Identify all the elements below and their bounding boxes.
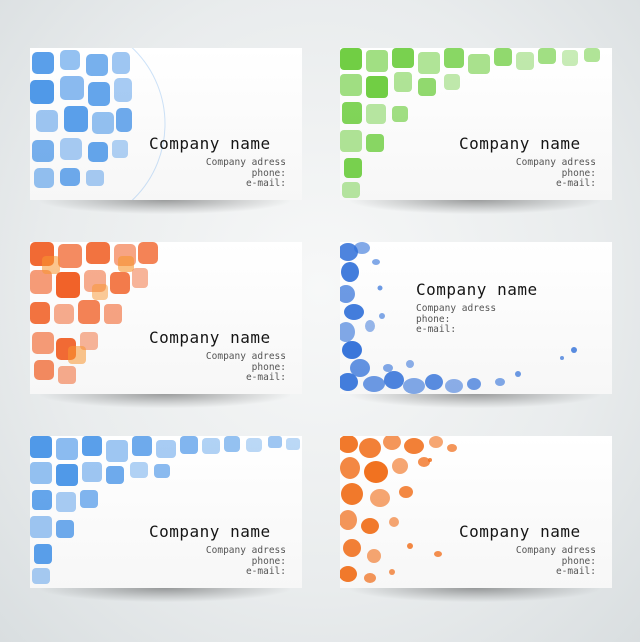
business-card-blue-sphere: Company name Company adress phone: e-mai…: [30, 48, 302, 200]
business-card-orange-blobs: Company name Company adress phone: e-mai…: [340, 436, 612, 588]
email-label: e-mail:: [416, 324, 457, 335]
email-label: e-mail:: [245, 178, 286, 189]
contact-info: Company adress phone: e-mail:: [205, 545, 286, 578]
contact-info: Company adress phone: e-mail:: [205, 351, 286, 384]
contact-info: Company adress phone: e-mail:: [515, 157, 596, 190]
company-address: Company adress: [515, 545, 596, 556]
card-shadow: [350, 394, 600, 408]
contact-info: Company adress phone: e-mail:: [515, 545, 596, 578]
email-label: e-mail:: [555, 566, 596, 577]
company-name: Company name: [149, 328, 271, 347]
company-address: Company adress: [205, 157, 286, 168]
business-card-blue-wave: Company name Company adress phone: e-mai…: [30, 436, 302, 588]
company-address: Company adress: [515, 157, 596, 168]
company-name: Company name: [416, 280, 538, 299]
company-name: Company name: [149, 522, 271, 541]
card-shadow: [40, 394, 290, 408]
card-shadow: [40, 200, 290, 214]
business-card-green-arc: Company name Company adress phone: e-mai…: [340, 48, 612, 200]
card-shadow: [350, 588, 600, 602]
business-card-orange-wave: Company name Company adress phone: e-mai…: [30, 242, 302, 394]
business-card-blue-blobs: Company name Company adress phone: e-mai…: [340, 242, 612, 394]
company-name: Company name: [459, 522, 581, 541]
contact-info: Company adress phone: e-mail:: [205, 157, 286, 190]
company-name: Company name: [149, 134, 271, 153]
company-address: Company adress: [205, 351, 286, 362]
email-label: e-mail:: [555, 178, 596, 189]
company-address: Company adress: [416, 303, 497, 314]
card-shadow: [40, 588, 290, 602]
company-address: Company adress: [205, 545, 286, 556]
contact-info: Company adress phone: e-mail:: [416, 303, 497, 336]
email-label: e-mail:: [245, 372, 286, 383]
company-name: Company name: [459, 134, 581, 153]
email-label: e-mail:: [245, 566, 286, 577]
card-shadow: [350, 200, 600, 214]
